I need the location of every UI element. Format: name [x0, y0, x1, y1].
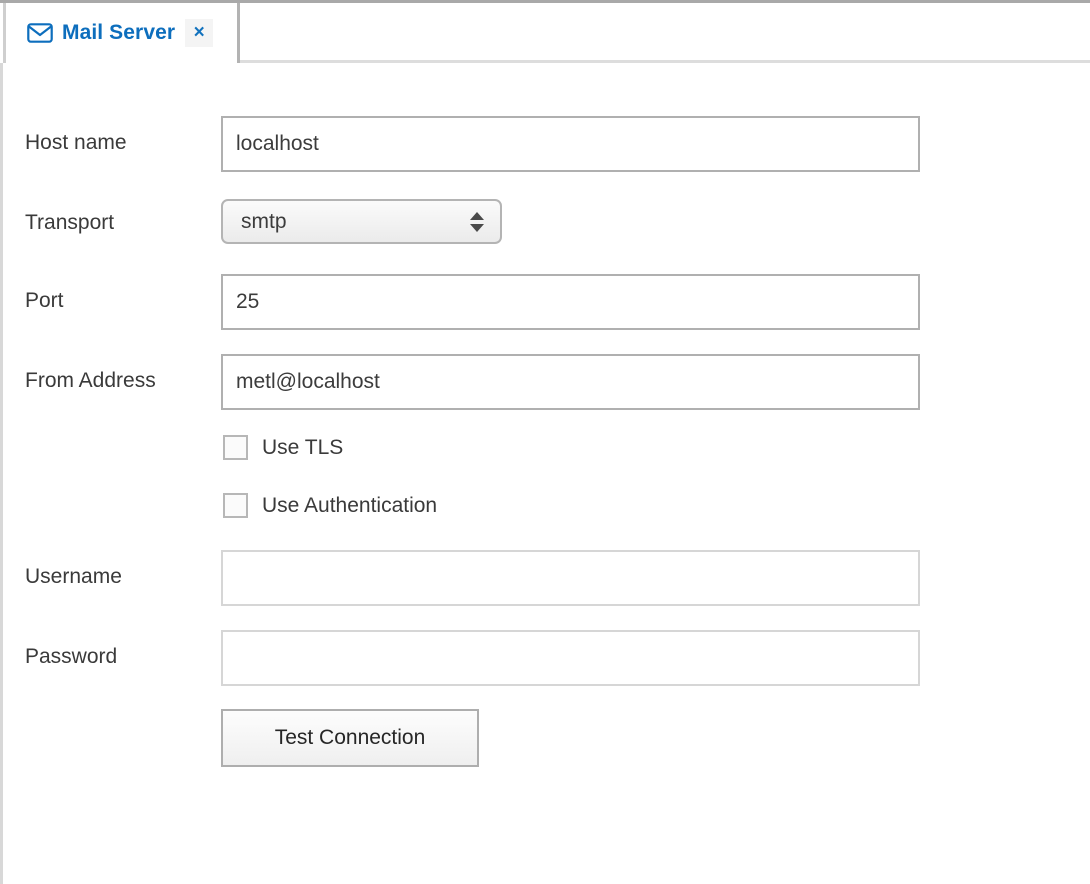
transport-select[interactable]: smtp — [221, 199, 502, 244]
tab-mail-server[interactable]: Mail Server × — [3, 3, 240, 63]
close-icon[interactable]: × — [185, 19, 214, 47]
host-name-label: Host name — [25, 131, 127, 154]
tab-bar: Mail Server × — [0, 0, 1090, 63]
password-label: Password — [25, 645, 118, 668]
username-input[interactable] — [221, 550, 920, 606]
mail-server-settings-window: Mail Server × Host name Transport smtp P… — [0, 0, 1090, 884]
use-tls-checkbox[interactable] — [223, 435, 248, 460]
port-label: Port — [25, 289, 64, 312]
port-input[interactable] — [221, 274, 920, 330]
use-tls-checkbox-row[interactable]: Use TLS — [223, 435, 343, 460]
host-name-input[interactable] — [221, 116, 920, 172]
tab-title: Mail Server — [62, 21, 176, 44]
from-address-input[interactable] — [221, 354, 920, 410]
use-tls-label: Use TLS — [262, 435, 344, 459]
envelope-icon — [27, 20, 53, 46]
transport-select-value: smtp — [241, 209, 287, 233]
from-address-label: From Address — [25, 369, 156, 392]
test-connection-button[interactable]: Test Connection — [221, 709, 479, 767]
use-authentication-checkbox[interactable] — [223, 493, 248, 518]
username-label: Username — [25, 565, 122, 588]
settings-panel: Host name Transport smtp Port From Addre… — [0, 63, 1090, 884]
stepper-arrows-icon — [470, 207, 484, 237]
use-authentication-label: Use Authentication — [262, 493, 438, 517]
transport-label: Transport — [25, 211, 115, 234]
use-authentication-checkbox-row[interactable]: Use Authentication — [223, 493, 437, 518]
password-input[interactable] — [221, 630, 920, 686]
